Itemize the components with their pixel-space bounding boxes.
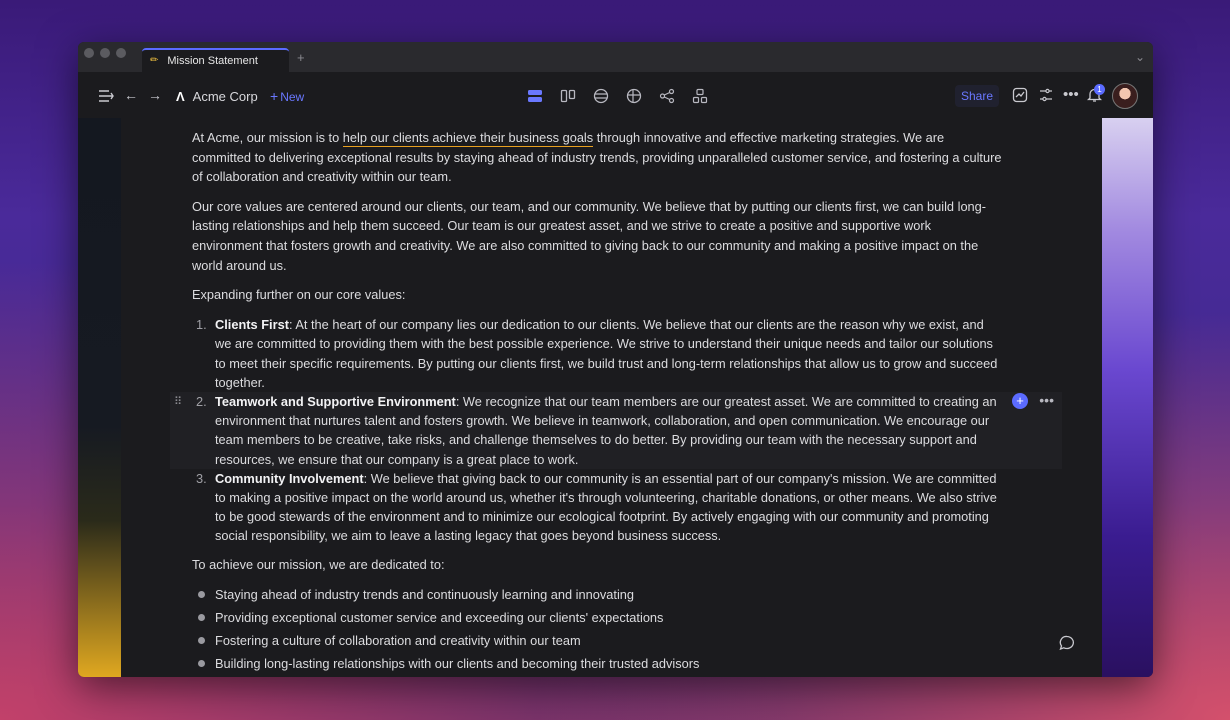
bullet-item[interactable]: Building long-lasting relationships with… <box>192 652 1002 675</box>
avatar[interactable] <box>1112 83 1138 109</box>
view-switcher <box>526 87 709 105</box>
core-values-paragraph[interactable]: Our core values are centered around our … <box>192 197 1002 275</box>
intro-text-start: At Acme, our mission is to <box>192 130 343 145</box>
notification-badge: 1 <box>1094 84 1105 95</box>
bullet-item[interactable]: Providing exceptional customer service a… <box>192 606 1002 629</box>
mission-bullets: Staying ahead of industry trends and con… <box>192 583 1002 675</box>
list-item-title: Community Involvement <box>215 470 364 486</box>
right-panel-strip <box>1102 118 1153 677</box>
bullet-item[interactable]: Staying ahead of industry trends and con… <box>192 583 1002 606</box>
list-item[interactable]: ⠿ 2. Teamwork and Supportive Environment… <box>170 391 1062 469</box>
workspace-logo-icon: Λ <box>176 89 185 104</box>
window-controls <box>84 48 126 58</box>
maximize-window-button[interactable] <box>116 48 126 58</box>
chevron-down-icon[interactable]: ⌄ <box>1135 50 1145 64</box>
tab-mission-statement[interactable]: ✏ Mission Statement <box>142 48 289 72</box>
highlighted-text[interactable]: help our clients achieve their business … <box>342 130 594 147</box>
list-number: 3. <box>196 470 207 486</box>
analytics-icon[interactable] <box>1012 87 1028 107</box>
comment-icon[interactable] <box>1059 635 1075 655</box>
app-window: ✏ Mission Statement + ⌄ ← → Λ Acme Corp … <box>78 42 1153 677</box>
document-area: At Acme, our mission is to help our clie… <box>121 118 1102 677</box>
forward-arrow-icon[interactable]: → <box>148 88 162 102</box>
graph-view-icon[interactable] <box>658 87 676 105</box>
close-window-button[interactable] <box>84 48 94 58</box>
list-item-text: : At the heart of our company lies our d… <box>215 317 998 390</box>
filter-settings-icon[interactable] <box>1038 87 1054 107</box>
pencil-icon: ✏ <box>150 55 159 66</box>
left-sidebar-strip <box>78 118 121 677</box>
doc-view-icon[interactable] <box>526 87 544 105</box>
add-block-button[interactable]: + <box>1012 392 1028 409</box>
new-tab-button[interactable]: + <box>297 50 305 65</box>
block-menu-icon[interactable]: ••• <box>1039 391 1054 410</box>
back-arrow-icon[interactable]: ← <box>124 88 138 102</box>
plus-icon: + <box>270 88 279 104</box>
core-values-list: 1. Clients First: At the heart of our co… <box>170 315 1062 546</box>
workspace-name: Acme Corp <box>192 89 258 104</box>
new-button[interactable]: + New <box>270 88 304 104</box>
table-view-icon[interactable] <box>592 87 610 105</box>
more-options-icon[interactable]: ••• <box>1063 86 1079 103</box>
expanding-heading[interactable]: Expanding further on our core values: <box>192 285 1002 304</box>
list-item-title: Clients First <box>215 317 289 333</box>
list-item[interactable]: 3. Community Involvement: We believe tha… <box>192 469 1002 546</box>
list-number: 2. <box>196 393 207 409</box>
new-button-label: New <box>280 90 305 104</box>
mission-intro[interactable]: To achieve our mission, we are dedicated… <box>192 555 1002 574</box>
board-view-icon[interactable] <box>559 87 577 105</box>
layout-view-icon[interactable] <box>691 87 709 105</box>
document-content: At Acme, our mission is to help our clie… <box>170 126 1062 675</box>
tab-title: Mission Statement <box>167 55 258 67</box>
bullet-item[interactable]: Fostering a culture of collaboration and… <box>192 629 1002 652</box>
share-button[interactable]: Share <box>955 85 1000 107</box>
list-number: 1. <box>196 317 207 333</box>
drag-handle-icon[interactable]: ⠿ <box>174 393 182 412</box>
list-item-title: Teamwork and Supportive Environment <box>215 393 456 409</box>
sidebar-toggle-icon[interactable] <box>98 89 114 105</box>
grid-view-icon[interactable] <box>625 87 643 105</box>
intro-paragraph[interactable]: At Acme, our mission is to help our clie… <box>192 128 1002 187</box>
minimize-window-button[interactable] <box>100 48 110 58</box>
breadcrumb[interactable]: Λ Acme Corp <box>176 89 258 104</box>
list-item[interactable]: 1. Clients First: At the heart of our co… <box>192 315 1002 392</box>
title-bar: ✏ Mission Statement + ⌄ <box>78 42 1153 72</box>
